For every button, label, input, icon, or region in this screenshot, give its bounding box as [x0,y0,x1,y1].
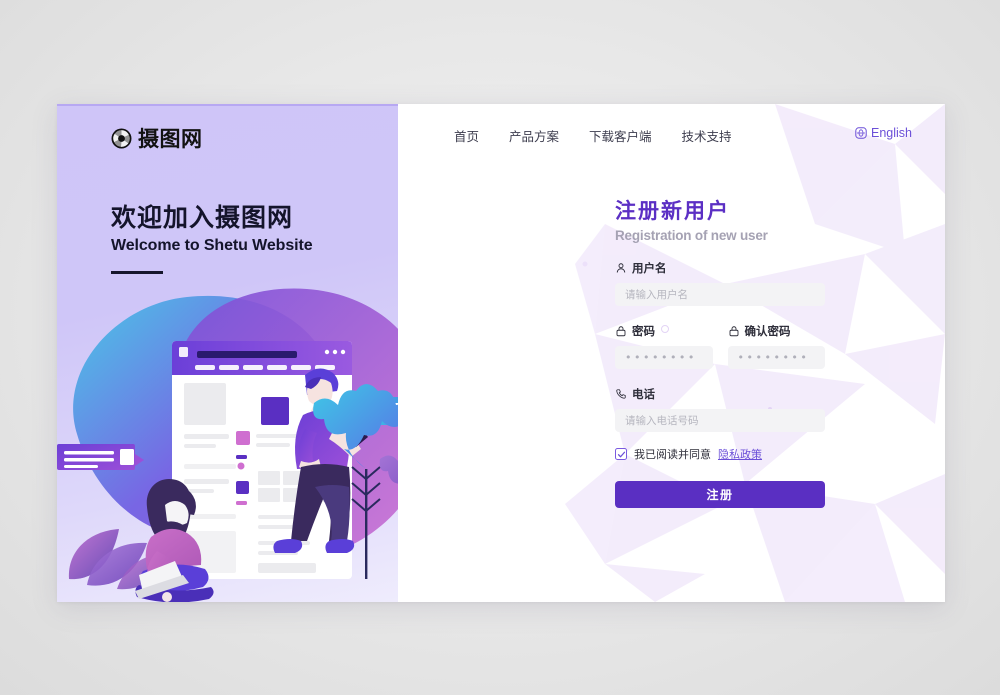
username-input[interactable]: 请输入用户名 [615,283,825,307]
nav-item-tech-support[interactable]: 技术支持 [682,126,732,145]
registration-card: 摄图网 欢迎加入摄图网 Welcome to Shetu Website 首页 … [57,104,945,602]
confirm-password-column: 确认密码 •••••••• [727,323,826,370]
language-switcher[interactable]: English [855,126,912,140]
welcome-heading-cn: 欢迎加入摄图网 [111,203,294,232]
nav-item-products[interactable]: 产品方案 [509,126,559,145]
privacy-policy-link[interactable]: 隐私政策 [718,446,762,462]
password-label-row: 密码 [615,323,713,339]
password-column: 密码 •••••••• [615,323,713,370]
right-form-panel: 首页 产品方案 下载客户端 技术支持 English 注册新用户 Registr… [398,104,945,602]
language-label: English [871,126,912,140]
username-label: 用户名 [632,261,667,276]
left-promo-panel: 摄图网 欢迎加入摄图网 Welcome to Shetu Website [57,104,398,602]
confirm-password-input[interactable]: •••••••• [727,346,825,370]
password-row: 密码 •••••••• 确认密码 •••••••• [615,323,826,370]
phone-field-group: 电话 请输入电话号码 [615,386,825,433]
brand-logo[interactable]: 摄图网 [111,123,203,153]
phone-label: 电话 [632,387,655,402]
camera-aperture-icon [111,128,132,148]
user-icon [616,263,626,273]
welcome-block: 欢迎加入摄图网 Welcome to Shetu Website [111,202,313,275]
form-title-en: Registration of new user [615,228,768,244]
agreement-checkbox[interactable] [615,448,627,461]
nav-item-download-client[interactable]: 下载客户端 [589,126,652,145]
confirm-password-label: 确认密码 [744,324,791,339]
password-field-group: 密码 •••••••• [615,323,713,370]
top-navigation: 首页 产品方案 下载客户端 技术支持 English [398,104,945,166]
nav-item-home[interactable]: 首页 [454,126,479,145]
lock-icon [616,326,626,337]
registration-illustration [57,288,398,602]
form-title-cn: 注册新用户 [615,199,730,223]
welcome-underline-rule [111,271,163,275]
phone-label-row: 电话 [615,386,825,402]
globe-language-icon [855,127,867,139]
password-label: 密码 [632,324,655,339]
confirm-password-label-row: 确认密码 [728,323,826,339]
confirm-password-field-group: 确认密码 •••••••• [727,323,826,370]
username-label-row: 用户名 [615,260,825,276]
chat-bubble-left [57,444,144,470]
brand-name: 摄图网 [138,127,203,151]
registration-form: 注册新用户 Registration of new user 用户名 请输入用户… [615,199,826,509]
username-field-group: 用户名 请输入用户名 [615,260,825,307]
register-submit-button[interactable]: 注册 [615,481,825,509]
password-input[interactable]: •••••••• [615,346,713,370]
agreement-text: 我已阅读并同意 [634,448,711,462]
phone-input[interactable]: 请输入电话号码 [615,409,825,433]
lock-icon [729,326,738,337]
phone-icon [616,389,626,399]
welcome-heading-en: Welcome to Shetu Website [111,237,313,255]
panel-top-accent-line [57,104,398,106]
checkmark-icon [617,451,625,458]
agreement-row: 我已阅读并同意 隐私政策 [615,446,825,462]
